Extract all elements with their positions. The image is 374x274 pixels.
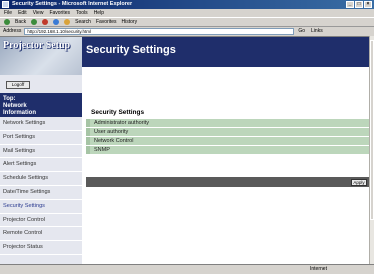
address-label: Address — [3, 28, 22, 34]
menu-file[interactable]: File — [4, 9, 12, 17]
sidebar-item-projector-status[interactable]: Projector Status — [0, 241, 82, 255]
favorites-button[interactable]: Favorites — [96, 17, 117, 27]
history-button[interactable]: History — [122, 17, 138, 27]
sidebar-item-security-settings[interactable]: Security Settings — [0, 200, 82, 214]
item-snmp[interactable]: SNMP — [86, 146, 369, 154]
menu-tools[interactable]: Tools — [76, 9, 88, 17]
maximize-button[interactable]: □ — [355, 1, 363, 8]
sidebar-item-port-settings[interactable]: Port Settings — [0, 131, 82, 145]
menu-edit[interactable]: Edit — [18, 9, 27, 17]
logoff-button[interactable]: Logoff — [6, 81, 30, 89]
top-sub-network: Network — [3, 103, 27, 109]
forward-arrow-icon[interactable] — [31, 19, 38, 25]
page-viewport: Projector Setup Security Settings Logoff… — [0, 36, 369, 265]
sidebar-item-projector-control[interactable]: Projector Control — [0, 214, 82, 228]
status-zone: Internet — [310, 266, 327, 272]
menu-bar: File Edit View Favorites Tools Help — [0, 9, 374, 17]
sidebar-item-mail-settings[interactable]: Mail Settings — [0, 145, 82, 159]
status-bar: Internet — [0, 264, 374, 274]
sidebar-item-alert-settings[interactable]: Alert Settings — [0, 158, 82, 173]
projector-setup-logo: Projector Setup — [0, 37, 82, 75]
minimize-button[interactable]: _ — [346, 1, 354, 8]
apply-button[interactable]: Apply — [351, 178, 367, 186]
home-icon[interactable] — [64, 19, 71, 25]
top-label: Top: — [3, 96, 16, 102]
browser-toolbar: Back Search Favorites History — [0, 17, 374, 27]
links-button[interactable]: Links — [311, 27, 323, 36]
logo-text: Projector Setup — [3, 40, 71, 51]
item-network-control[interactable]: Network Control — [86, 137, 369, 145]
back-arrow-icon[interactable] — [4, 19, 10, 25]
sidebar: Logoff Top: Network Information Network … — [0, 75, 82, 265]
window-title: Security Settings - Microsoft Internet E… — [12, 1, 133, 7]
sidebar-item-network-settings[interactable]: Network Settings — [0, 117, 82, 131]
address-bar: Address http://192.168.1.10/security.htm… — [0, 27, 374, 36]
scrollbar-thumb[interactable] — [370, 40, 374, 220]
close-button[interactable]: × — [364, 1, 372, 8]
main-content: Security Settings Administrator authorit… — [86, 75, 369, 265]
header-bar: Security Settings — [82, 37, 369, 67]
back-button[interactable]: Back — [15, 17, 26, 27]
item-administrator-authority[interactable]: Administrator authority — [86, 119, 369, 127]
search-button[interactable]: Search — [75, 17, 91, 27]
menu-favorites[interactable]: Favorites — [49, 9, 70, 17]
stop-icon[interactable] — [42, 19, 49, 25]
sidebar-item-remote-control[interactable]: Remote Control — [0, 227, 82, 242]
sidebar-top-network-information[interactable]: Top: Network Information — [0, 93, 82, 117]
item-user-authority[interactable]: User authority — [86, 128, 369, 136]
action-bar: Apply — [86, 177, 369, 187]
address-input[interactable]: http://192.168.1.10/security.html — [24, 28, 295, 35]
vertical-scrollbar[interactable] — [369, 36, 374, 264]
security-settings-list: Administrator authority User authority N… — [86, 119, 369, 155]
sidebar-item-schedule-settings[interactable]: Schedule Settings — [0, 172, 82, 186]
title-bar: Security Settings - Microsoft Internet E… — [0, 0, 374, 9]
go-button[interactable]: Go — [298, 27, 305, 36]
page-title: Security Settings — [86, 44, 176, 56]
sidebar-item-date-time-settings[interactable]: Date/Time Settings — [0, 186, 82, 200]
menu-view[interactable]: View — [33, 9, 44, 17]
top-sub-information: Information — [3, 110, 36, 116]
refresh-icon[interactable] — [53, 19, 60, 25]
menu-help[interactable]: Help — [94, 9, 104, 17]
section-heading: Security Settings — [91, 109, 145, 116]
browser-icon — [2, 1, 9, 8]
